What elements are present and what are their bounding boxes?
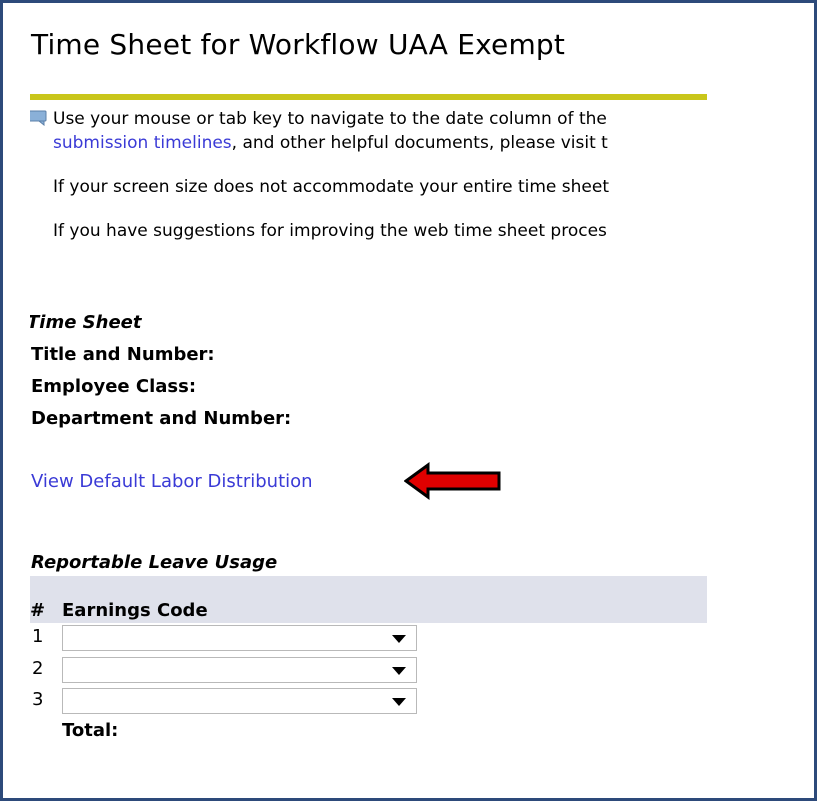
view-default-labor-distribution-link[interactable]: View Default Labor Distribution: [31, 471, 313, 492]
red-left-arrow-icon: [403, 462, 502, 500]
row-number-2: 2: [32, 658, 44, 679]
chevron-down-icon: [392, 667, 406, 675]
earnings-code-select-2[interactable]: [62, 657, 417, 683]
info-screen-size-text: If your screen size does not accommodate…: [53, 177, 609, 197]
title-and-number-label: Title and Number:: [31, 344, 215, 365]
info-text-line1: Use your mouse or tab key to navigate to…: [53, 109, 607, 129]
earnings-code-select-3[interactable]: [62, 688, 417, 714]
row-number-1: 1: [32, 626, 44, 647]
comment-bubble-icon: [30, 110, 48, 127]
main-content: Time Sheet for Workflow UAA Exempt Use y…: [30, 0, 707, 795]
column-header-earnings-code: Earnings Code: [62, 600, 208, 621]
info-suggestions-text: If you have suggestions for improving th…: [53, 221, 607, 241]
employee-class-label: Employee Class:: [31, 376, 197, 397]
earnings-code-select-1[interactable]: [62, 625, 417, 651]
column-header-number: #: [30, 600, 46, 621]
info-text-line2: submission timelines, and other helpful …: [53, 132, 608, 155]
row-number-3: 3: [32, 689, 44, 710]
info-text-line2-rest: , and other helpful documents, please vi…: [231, 133, 608, 153]
title-divider: [30, 94, 707, 100]
submission-timelines-link[interactable]: submission timelines: [53, 133, 232, 153]
department-and-number-label: Department and Number:: [31, 408, 292, 429]
page-title: Time Sheet for Workflow UAA Exempt: [31, 28, 566, 61]
chevron-down-icon: [392, 635, 406, 643]
reportable-leave-usage-label: Reportable Leave Usage: [31, 552, 278, 573]
time-sheet-section-label: Time Sheet: [30, 312, 142, 333]
chevron-down-icon: [392, 698, 406, 706]
leave-total-label: Total:: [62, 720, 119, 741]
